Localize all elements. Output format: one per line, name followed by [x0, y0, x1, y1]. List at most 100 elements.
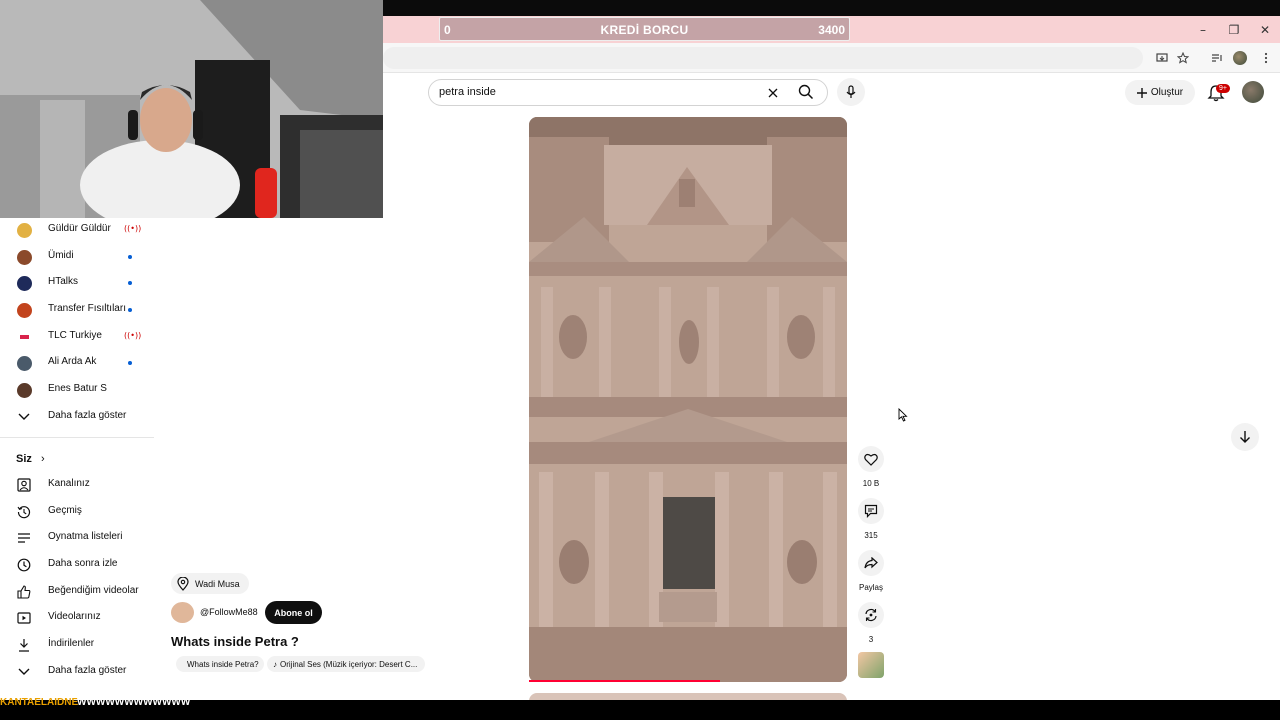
profile-avatar-icon[interactable]: [1231, 49, 1249, 67]
remix-button[interactable]: [858, 602, 884, 628]
like-count: 10 B: [862, 479, 880, 488]
sidebar-item-enes-batur[interactable]: Enes Batur S: [0, 378, 154, 404]
channel-avatar: [16, 222, 32, 238]
subscribe-button[interactable]: Abone ol: [265, 601, 322, 624]
suggested-search-pill[interactable]: Whats inside Petra?: [176, 656, 264, 672]
search-input[interactable]: petra inside: [439, 86, 496, 98]
sidebar-item-your-videos[interactable]: Videolarınız: [0, 606, 154, 632]
voice-search-button[interactable]: [837, 78, 865, 106]
new-content-dot: [128, 361, 132, 365]
video-frame-petra-treasury: [529, 117, 847, 682]
sidebar-item-label: Oynatma listeleri: [48, 531, 123, 542]
music-note-icon: ♪: [273, 659, 277, 669]
create-label: Oluştur: [1150, 87, 1184, 98]
comments-button[interactable]: [858, 498, 884, 524]
history-icon: [16, 504, 32, 520]
sound-pill[interactable]: ♪ Orijinal Ses (Müzik içeriyor: Desert C…: [267, 656, 425, 672]
sidebar-item-label: Daha fazla göster: [48, 665, 127, 676]
create-button[interactable]: Oluştur: [1125, 80, 1195, 105]
sidebar-item-htalks[interactable]: HTalks: [0, 271, 154, 297]
chevron-down-icon: [16, 409, 32, 425]
chevron-down-icon: [16, 664, 32, 680]
pill-label: Orijinal Ses (Müzik içeriyor: Desert C..…: [280, 659, 418, 669]
location-pin-icon: [177, 576, 189, 591]
sidebar-item-label: İndirilenler: [48, 638, 95, 649]
mic-icon: [846, 85, 856, 98]
sound-thumbnail[interactable]: [858, 652, 884, 678]
sidebar-item-umidi[interactable]: Ümidi: [0, 245, 154, 271]
channel-handle[interactable]: @FollowMe88: [200, 607, 258, 617]
sidebar-item-label: Videolarınız: [48, 611, 101, 622]
channel-avatar: [16, 275, 32, 291]
channel-avatar: [16, 302, 32, 318]
you-section-heading[interactable]: Siz ›: [16, 453, 45, 465]
sidebar-item-label: Daha fazla göster: [48, 410, 127, 421]
account-avatar[interactable]: [1242, 81, 1264, 103]
sidebar-item-label: Beğendiğim videolar: [48, 585, 139, 596]
streamer-webcam-image: [0, 0, 383, 218]
like-button[interactable]: [858, 446, 884, 472]
sidebar-item-label: Ali Arda Ak: [48, 356, 97, 367]
close-window-button[interactable]: ✕: [1250, 16, 1280, 43]
clear-search-icon[interactable]: [767, 86, 779, 104]
sidebar-item-watch-later[interactable]: Daha sonra izle: [0, 553, 154, 579]
stream-ticker-bar: [0, 700, 1280, 720]
channel-avatar: [16, 355, 32, 371]
location-label: Wadi Musa: [195, 578, 240, 589]
search-icon[interactable]: [798, 84, 814, 105]
browser-menu-icon[interactable]: [1257, 49, 1275, 67]
sidebar-item-label: TLC Turkiye: [48, 330, 102, 341]
like-icon: [16, 584, 32, 600]
sidebar-item-liked-videos[interactable]: Beğendiğim videolar: [0, 580, 154, 606]
chevron-right-icon: ›: [40, 453, 45, 465]
comment-icon: [864, 504, 878, 518]
arrow-down-icon: [1240, 431, 1250, 443]
bookmark-star-icon[interactable]: [1174, 49, 1192, 67]
pill-label: Whats inside Petra?: [187, 659, 259, 669]
sidebar-item-playlists[interactable]: Oynatma listeleri: [0, 526, 154, 552]
plus-icon: [1136, 87, 1147, 98]
share-icon: [864, 557, 878, 569]
address-field[interactable]: [383, 47, 1143, 69]
sidebar-item-guldur-guldur[interactable]: Güldür Güldür ((•)): [0, 218, 154, 244]
show-more-you-button[interactable]: Daha fazla göster: [0, 660, 154, 686]
channel-icon: [16, 477, 32, 493]
short-title: Whats inside Petra ?: [171, 634, 299, 649]
channel-avatar[interactable]: [171, 602, 194, 623]
install-app-icon[interactable]: [1153, 49, 1171, 67]
download-icon: [16, 637, 32, 653]
media-control-icon[interactable]: [1208, 49, 1226, 67]
sidebar-item-downloads[interactable]: İndirilenler: [0, 633, 154, 659]
notification-badge: 9+: [1216, 84, 1230, 93]
sidebar-item-label: Güldür Güldür: [48, 223, 111, 234]
live-icon: ((•)): [124, 224, 142, 233]
your-videos-icon: [16, 610, 32, 626]
webcam-overlay: [0, 0, 383, 218]
channel-avatar: [19, 335, 29, 339]
sidebar-item-label: HTalks: [48, 276, 79, 287]
new-content-dot: [128, 255, 132, 259]
share-button[interactable]: [858, 550, 884, 576]
minimize-button[interactable]: –: [1188, 16, 1218, 43]
sidebar-item-tlc-turkiye[interactable]: TLC Turkiye ((•)): [0, 325, 154, 351]
location-chip[interactable]: Wadi Musa: [171, 573, 249, 594]
share-label: Paylaş: [858, 583, 883, 592]
sidebar-item-ali-arda-ak[interactable]: Ali Arda Ak: [0, 351, 154, 377]
sidebar-item-your-channel[interactable]: Kanalınız: [0, 473, 154, 499]
watch-later-icon: [16, 557, 32, 573]
heart-icon: [864, 453, 878, 466]
new-content-dot: [128, 281, 132, 285]
sidebar-item-label: Ümidi: [48, 250, 74, 261]
short-video-player[interactable]: [529, 117, 847, 682]
show-more-subscriptions-button[interactable]: Daha fazla göster: [0, 405, 154, 431]
sidebar-item-transfer-fisiltilari[interactable]: Transfer Fısıltıları: [0, 298, 154, 324]
sidebar-divider: [0, 437, 154, 438]
next-video-button[interactable]: [1231, 423, 1259, 451]
playback-progress-bar[interactable]: [529, 680, 720, 682]
maximize-button[interactable]: ❐: [1219, 16, 1249, 43]
sidebar-item-history[interactable]: Geçmiş: [0, 500, 154, 526]
playlists-icon: [16, 530, 32, 546]
sidebar-item-label: Daha sonra izle: [48, 558, 118, 569]
new-content-dot: [128, 308, 132, 312]
channel-avatar: [16, 382, 32, 398]
